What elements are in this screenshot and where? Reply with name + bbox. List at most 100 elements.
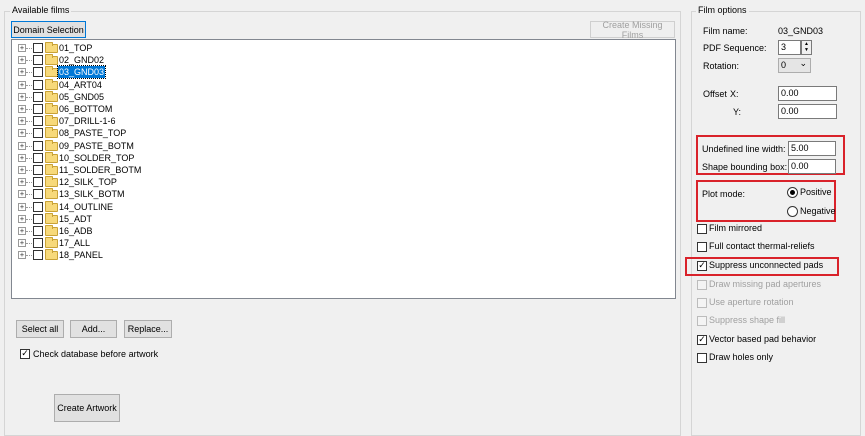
film-label[interactable]: 08_PASTE_TOP: [58, 127, 127, 139]
film-tree-item[interactable]: +10_SOLDER_TOP: [12, 151, 212, 164]
film-tree-item[interactable]: +01_TOP: [12, 42, 212, 54]
expand-icon[interactable]: +: [18, 80, 26, 89]
film-label[interactable]: 12_SILK_TOP: [58, 176, 118, 188]
films-tree[interactable]: +01_TOP +02_GND02 +03_GND03 +04_ART04 +05_GN…: [11, 39, 676, 299]
film-tree-item[interactable]: +03_GND03: [12, 65, 212, 80]
expand-icon[interactable]: +: [18, 105, 26, 113]
expand-icon[interactable]: +: [18, 141, 26, 150]
film-tree-item[interactable]: +18_PANEL: [12, 249, 212, 261]
expand-icon[interactable]: +: [18, 44, 26, 52]
draw-missing-pad-apertures-checkbox[interactable]: [697, 280, 707, 290]
film-tree-item[interactable]: +13_SILK_BOTM: [12, 188, 212, 200]
film-checkbox[interactable]: [33, 67, 43, 78]
film-label[interactable]: 02_GND02: [58, 54, 105, 66]
create-missing-films-button[interactable]: Create Missing Films: [590, 20, 675, 40]
film-tree-item[interactable]: +09_PASTE_BOTM: [12, 139, 212, 152]
offset-x-input[interactable]: 0.00: [778, 86, 837, 101]
film-tree-item[interactable]: +15_ADT: [12, 212, 212, 225]
film-tree-item[interactable]: +08_PASTE_TOP: [12, 127, 212, 139]
film-tree-item[interactable]: +16_ADB: [12, 225, 212, 237]
plot-mode-positive-radio[interactable]: [787, 187, 798, 198]
plot-mode-negative-radio[interactable]: [787, 206, 798, 217]
suppress-shape-fill-checkbox[interactable]: [697, 316, 707, 326]
select-all-button[interactable]: Select all: [16, 320, 64, 338]
film-checkbox[interactable]: [33, 55, 43, 66]
vector-based-pad-behavior-checkbox[interactable]: ✓: [697, 335, 707, 345]
film-label[interactable]: 04_ART04: [58, 79, 103, 91]
vector-based-pad-behavior-label: Vector based pad behavior: [709, 334, 817, 344]
expand-icon[interactable]: +: [18, 214, 26, 223]
film-checkbox[interactable]: [33, 213, 43, 224]
film-tree-item[interactable]: +07_DRILL-1-6: [12, 115, 212, 127]
film-checkbox[interactable]: [33, 165, 43, 175]
draw-holes-only-checkbox[interactable]: [697, 353, 707, 363]
expand-icon[interactable]: +: [18, 190, 26, 199]
shape-bounding-box-input[interactable]: 0.00: [788, 159, 836, 174]
film-checkbox[interactable]: [33, 238, 43, 249]
film-checkbox[interactable]: [33, 140, 43, 151]
film-tree-item[interactable]: +11_SOLDER_BOTM: [12, 164, 212, 176]
spin-down-icon[interactable]: ▼: [802, 47, 811, 53]
check-database-checkbox[interactable]: ✓: [20, 349, 30, 359]
domain-selection-button[interactable]: Domain Selection: [11, 21, 86, 38]
offset-y-input[interactable]: 0.00: [778, 104, 837, 119]
film-tree-item[interactable]: +12_SILK_TOP: [12, 176, 212, 188]
film-tree-item[interactable]: +04_ART04: [12, 78, 212, 91]
film-checkbox[interactable]: [33, 128, 43, 139]
film-label[interactable]: 15_ADT: [58, 213, 93, 225]
film-checkbox[interactable]: [33, 43, 43, 53]
film-checkbox[interactable]: [33, 79, 43, 90]
expand-icon[interactable]: +: [18, 92, 26, 101]
film-tree-item[interactable]: +06_BOTTOM: [12, 103, 212, 115]
film-label[interactable]: 11_SOLDER_BOTM: [58, 164, 142, 176]
pdf-sequence-spinner[interactable]: ▲ ▼: [801, 40, 812, 55]
film-label[interactable]: 16_ADB: [58, 225, 94, 237]
expand-icon[interactable]: +: [18, 227, 26, 235]
film-label[interactable]: 14_OUTLINE: [58, 201, 114, 213]
rotation-select[interactable]: 0 ⌄: [778, 58, 811, 73]
expand-icon[interactable]: +: [18, 129, 26, 138]
film-checkbox[interactable]: [33, 250, 43, 261]
expand-icon[interactable]: +: [18, 178, 26, 187]
expand-icon[interactable]: +: [18, 202, 26, 211]
film-tree-item[interactable]: +02_GND02: [12, 54, 212, 66]
film-checkbox[interactable]: [33, 189, 43, 200]
film-tree-item[interactable]: +14_OUTLINE: [12, 200, 212, 213]
replace-button[interactable]: Replace...: [124, 320, 172, 338]
undefined-line-width-input[interactable]: 5.00: [788, 141, 836, 156]
suppress-unconnected-pads-checkbox[interactable]: ✓: [697, 261, 707, 271]
film-label[interactable]: 06_BOTTOM: [58, 103, 113, 115]
film-checkbox[interactable]: [33, 177, 43, 188]
film-label[interactable]: 07_DRILL-1-6: [58, 115, 117, 127]
film-label[interactable]: 13_SILK_BOTM: [58, 188, 126, 200]
expand-icon[interactable]: +: [18, 251, 26, 260]
film-label[interactable]: 10_SOLDER_TOP: [58, 152, 135, 164]
film-checkbox[interactable]: [33, 116, 43, 127]
film-mirrored-checkbox[interactable]: [697, 224, 707, 234]
expand-icon[interactable]: +: [18, 56, 26, 65]
expand-icon[interactable]: +: [18, 117, 26, 126]
film-label[interactable]: 01_TOP: [58, 42, 93, 54]
film-checkbox[interactable]: [33, 104, 43, 114]
create-artwork-button[interactable]: Create Artwork: [54, 394, 120, 422]
pdf-sequence-input[interactable]: 3: [778, 40, 801, 55]
film-label[interactable]: 18_PANEL: [58, 249, 104, 261]
film-tree-item[interactable]: +05_GND05: [12, 90, 212, 103]
expand-icon[interactable]: +: [18, 239, 26, 248]
expand-icon[interactable]: +: [18, 153, 26, 162]
film-checkbox[interactable]: [33, 152, 43, 163]
add-button[interactable]: Add...: [70, 320, 117, 338]
film-tree-item[interactable]: +17_ALL: [12, 237, 212, 249]
full-contact-thermal-reliefs-checkbox[interactable]: [697, 242, 707, 252]
expand-icon[interactable]: +: [18, 68, 26, 77]
film-checkbox[interactable]: [33, 226, 43, 236]
film-label[interactable]: 05_GND05: [58, 91, 105, 103]
film-label[interactable]: 03_GND03: [56, 65, 107, 80]
film-label[interactable]: 17_ALL: [58, 237, 91, 249]
film-checkbox[interactable]: [33, 91, 43, 102]
film-label[interactable]: 09_PASTE_BOTM: [58, 140, 135, 152]
film-checkbox[interactable]: [33, 201, 43, 212]
use-aperture-rotation-checkbox[interactable]: [697, 298, 707, 308]
tree-connector: [26, 157, 32, 159]
expand-icon[interactable]: +: [18, 166, 26, 174]
